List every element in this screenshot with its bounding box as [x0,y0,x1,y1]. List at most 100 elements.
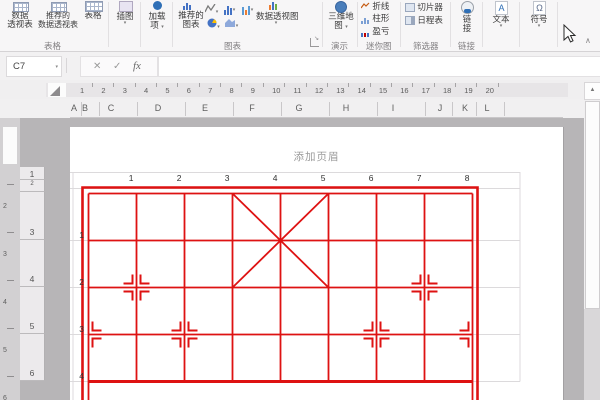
column-headers[interactable]: AB C D E F G H I J K L [0,99,600,118]
vruler-tick [7,232,14,233]
group-label-links: 链接 [458,40,475,52]
timeline-icon [405,16,415,25]
cancel-icon[interactable]: ✕ [93,57,101,76]
table-button[interactable]: 表格 [80,11,106,20]
formula-input[interactable] [158,56,600,77]
link-button[interactable]: 链 接 [455,15,479,33]
column-header-A[interactable]: A [71,103,77,113]
column-header-L[interactable]: L [484,103,489,113]
column-header-E[interactable]: E [202,103,208,113]
column-header-I[interactable]: I [392,103,395,113]
hruler-number: 10 [272,86,280,95]
hruler-number: 2 [101,86,105,95]
row-header-5[interactable]: 5 [20,321,44,331]
column-header-G[interactable]: G [295,103,302,113]
name-box-dropdown-icon[interactable]: ▾ [55,58,58,77]
charts-dialog-launcher-icon[interactable]: ↘ [310,38,319,47]
scrollbar-thumb[interactable] [585,101,600,309]
3d-map-button[interactable]: 三维地 图 ▾ [326,12,356,32]
scrollbar-track[interactable] [584,309,600,400]
vruler-number: 5 [3,347,7,354]
hruler-tick [113,83,114,87]
column-separator [81,102,82,116]
group-separator [450,2,451,47]
pivotchart-button[interactable]: 数据透视图 ▾ [256,12,296,26]
name-box[interactable]: C7 ▾ [6,56,62,77]
column-separator [137,102,138,116]
sparkline-line-button[interactable]: 折线 [361,0,389,12]
column-header-D[interactable]: D [155,103,162,113]
row-header-3[interactable]: 3 [20,227,44,237]
column-header-K[interactable]: K [462,103,468,113]
column-header-B[interactable]: B [82,103,88,113]
collapse-ribbon-icon[interactable]: ∧ [585,36,591,45]
hruler-number: 12 [315,86,323,95]
divider [66,58,67,73]
enter-icon[interactable]: ✓ [113,57,121,76]
insert-area-chart-button[interactable]: ▾ [223,18,240,31]
sparkline-column-button[interactable]: 柱形 [361,12,389,24]
active-cell-reference: C7 [13,57,25,76]
pivottable-button[interactable]: 数据 透视表 [2,11,38,29]
hruler-tick [412,83,413,87]
text-box-icon: A [495,1,508,15]
board-column-label: 7 [417,173,422,183]
row-headers[interactable]: 1 2 3 4 5 6 [20,118,45,400]
hruler-number: 8 [229,86,233,95]
hruler-tick [498,83,499,87]
hruler-number: 9 [251,86,255,95]
column-header-J[interactable]: J [438,103,443,113]
group-label-tours: 演示 [331,40,348,52]
select-all-triangle-icon[interactable] [50,86,60,96]
insert-column-chart-button[interactable]: ▾ [221,4,238,15]
column-header-C[interactable]: C [108,103,115,113]
sparkline-winloss-button[interactable]: 盈亏 [361,25,389,37]
symbols-button[interactable]: Ω 符号 ▾ [526,15,552,29]
insert-pie-chart-button[interactable]: ▾ [205,18,222,32]
ribbon-insert-tab: 数据 透视表 推荐的 数据透视表 表格 表格 插图 ▾ 加载 项 ▾ 推荐的 [0,0,600,52]
3d-map-icon [335,1,347,13]
column-header-H[interactable]: H [343,103,350,113]
page-header-placeholder[interactable]: 添加页眉 [70,149,563,164]
board-row-label: 4 [79,371,84,381]
text-button[interactable]: A 文本 ▾ [488,15,514,29]
column-separator [99,102,100,116]
area-chart-icon [225,18,236,27]
timeline-button[interactable]: 日程表 [405,14,443,26]
hruler-number: 6 [187,86,191,95]
column-separator [476,102,477,116]
column-separator [504,102,505,116]
sparkline-line-icon [361,2,370,9]
row-header-6[interactable]: 6 [20,368,44,378]
insert-function-icon[interactable]: fx [133,57,141,76]
slicer-button[interactable]: 切片器 [405,1,443,13]
combo-chart-icon [242,3,251,13]
recommended-pivottables-button[interactable]: 推荐的 数据透视表 [36,11,80,29]
insert-combo-chart-button[interactable]: ▾ [239,4,256,15]
row-header-1[interactable]: 1 [20,169,44,179]
addins-button[interactable]: 加载 项 ▾ [144,12,170,32]
hruler-number: 14 [358,86,366,95]
column-separator [377,102,378,116]
group-separator [140,2,141,47]
scroll-up-arrow-icon[interactable]: ▲ [584,82,600,100]
vertical-scrollbar[interactable]: ▲ [584,80,600,400]
vruler-number: 4 [3,299,7,306]
worksheet-page[interactable]: 添加页眉 [70,127,563,400]
illustrations-button[interactable]: 插图 ▾ [112,12,138,26]
insert-line-chart-button[interactable]: ▾ [203,4,220,17]
table-icon [85,1,103,12]
sparkline-winloss-icon [361,26,370,36]
recommended-charts-button[interactable]: 推荐的 图表 [176,11,206,29]
vruler-tick [7,280,14,281]
hruler-tick [177,83,178,87]
board-column-label: 6 [369,173,374,183]
column-header-F[interactable]: F [249,103,255,113]
row-header-4[interactable]: 4 [20,274,44,284]
hruler-number: 13 [336,86,344,95]
group-separator [557,2,558,47]
group-separator [400,2,401,47]
page-right-edge [563,127,564,400]
hruler-tick [135,83,136,87]
row-header-2[interactable]: 2 [20,181,44,187]
